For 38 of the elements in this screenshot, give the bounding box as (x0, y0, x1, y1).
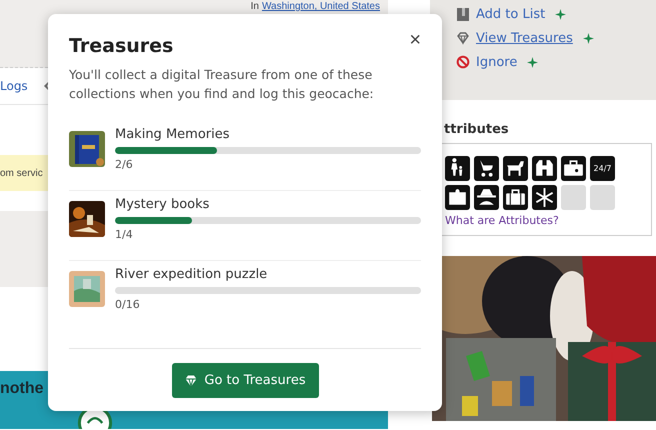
sparkle-icon (582, 32, 594, 44)
progress-count: 2/6 (115, 158, 134, 171)
binoculars-icon (532, 156, 557, 181)
toolbox-icon (561, 156, 586, 181)
sparkle-icon (555, 8, 566, 20)
collection-name: River expedition puzzle (115, 267, 268, 282)
snowflake-icon (532, 185, 557, 210)
empty-slot (590, 185, 615, 210)
location-label: In (250, 1, 259, 13)
banner-text: nothe (0, 379, 44, 399)
help-link[interactable]: What are Attributes? (445, 214, 641, 227)
dialog-title: Treasures (69, 35, 174, 57)
stroller-icon (474, 156, 499, 181)
family-icon (445, 156, 470, 181)
logs-link[interactable]: Logs (0, 79, 28, 93)
action-link[interactable]: Add to List (476, 6, 546, 22)
no-entry-icon (456, 55, 470, 69)
progress-count: 0/16 (115, 298, 141, 311)
attribute-badge: 24/7 (590, 156, 615, 181)
diamond-icon (456, 31, 470, 45)
section-heading: ttributes (444, 122, 510, 137)
sparkle-icon (527, 56, 538, 68)
diamond-icon (184, 374, 198, 388)
close-button[interactable]: × (409, 31, 421, 49)
empty-slot (561, 185, 586, 210)
dog-icon (503, 156, 528, 181)
location-link[interactable]: Washington, United States (262, 1, 380, 13)
action-link[interactable]: Ignore (476, 54, 518, 70)
briefcase-icon (503, 185, 528, 210)
dialog-description: You'll collect a digital Treasure from one of these collections when you find and log this geocache: (69, 66, 375, 103)
puzzle-icon (445, 185, 470, 210)
progress-count: 1/4 (115, 228, 134, 241)
bookmark-icon (456, 7, 470, 21)
spy-icon (474, 185, 499, 210)
collection-name: Mystery books (115, 197, 210, 212)
collection-name: Making Memories (115, 127, 231, 142)
action-link[interactable]: View Treasures (476, 30, 573, 46)
go-to-treasures-button[interactable]: Go to Treasures (172, 363, 318, 398)
